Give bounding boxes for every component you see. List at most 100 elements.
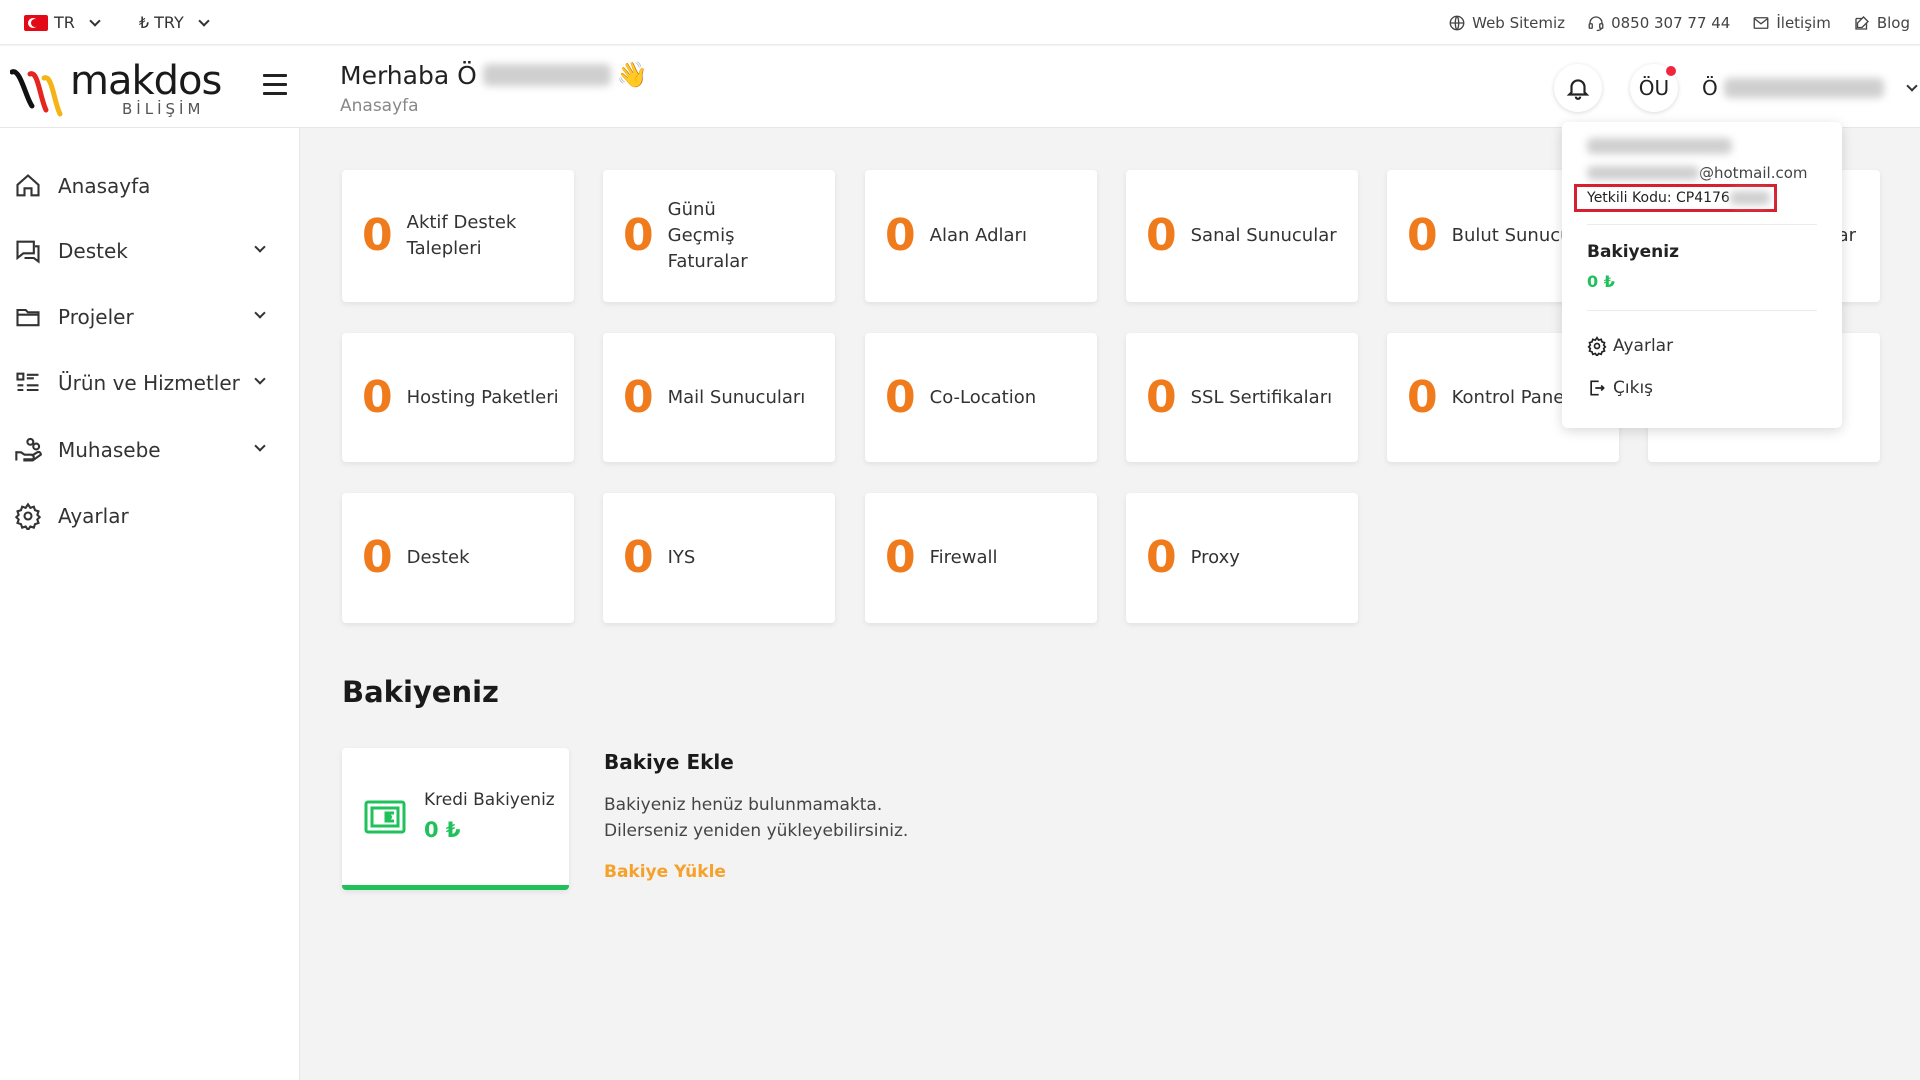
redacted-code: [1729, 191, 1770, 205]
bell-icon: [1566, 79, 1590, 100]
headset-icon: [1588, 15, 1604, 31]
currency-selector[interactable]: ₺ TRY: [138, 13, 210, 32]
card-label: Destek: [406, 547, 470, 568]
sidebar-item-accounting[interactable]: Muhasebe: [14, 430, 284, 470]
card-label: Hosting Paketleri: [406, 386, 559, 408]
sidebar-item-label: Anasayfa: [58, 174, 151, 198]
hand-coins-icon: [15, 437, 42, 462]
language-selector[interactable]: TR: [24, 13, 101, 32]
logout-icon: [1590, 380, 1605, 396]
globe-icon: [1449, 15, 1465, 30]
turkey-flag-icon: [24, 14, 48, 31]
wave-emoji: 👋: [616, 60, 648, 89]
dropdown-user-name: [1587, 138, 1732, 158]
notification-dot: [1666, 66, 1676, 76]
sidebar-item-products[interactable]: Ürün ve Hizmetler: [14, 363, 284, 403]
phone-link[interactable]: 0850 307 77 44: [1587, 14, 1730, 32]
dropdown-settings-link[interactable]: Ayarlar: [1587, 336, 1673, 356]
add-balance-text: Bakiyeniz henüz bulunmamakta. Dilerseniz…: [604, 792, 908, 844]
greeting: Merhaba Ö 👋: [340, 60, 648, 90]
card-active-tickets[interactable]: 0 Aktif Destek Talepleri: [342, 170, 574, 302]
card-count: 0: [1146, 210, 1177, 261]
credit-balance-card: Kredi Bakiyeniz 0 ₺: [342, 748, 569, 890]
sidebar-item-home[interactable]: Anasayfa: [14, 166, 284, 206]
hamburger-line: [263, 74, 287, 77]
wallet-icon: [364, 800, 406, 834]
card-count: 0: [1146, 371, 1177, 423]
card-label: Alan Adları: [929, 225, 1027, 246]
card-ssl-certificates[interactable]: 0 SSL Sertifikaları: [1126, 333, 1358, 462]
card-proxy[interactable]: 0 Proxy: [1126, 493, 1358, 623]
card-count: 0: [362, 532, 393, 583]
card-count: 0: [885, 371, 916, 423]
card-label: IYS: [667, 547, 696, 568]
redacted-user-name: [1587, 138, 1732, 154]
card-support[interactable]: 0 Destek: [342, 493, 574, 623]
chevron-down-icon: [198, 14, 210, 27]
chat-icon: [16, 240, 40, 264]
sidebar-item-support[interactable]: Destek: [14, 231, 284, 271]
credit-balance-label: Kredi Bakiyeniz: [424, 790, 555, 810]
card-label: Sanal Sunucular: [1190, 225, 1337, 246]
chevron-down-icon: [254, 241, 266, 253]
header: makdos BİLİŞİM Merhaba Ö 👋 Anasayfa ÖU Ö: [0, 46, 1920, 128]
sidebar-item-settings[interactable]: Ayarlar: [14, 496, 284, 536]
user-dropdown: @hotmail.com Yetkili Kodu: CP4176 Bakiye…: [1562, 122, 1842, 428]
add-balance-link[interactable]: Bakiye Yükle: [604, 862, 726, 882]
sidebar-item-label: Destek: [58, 239, 128, 263]
email-domain: @hotmail.com: [1699, 164, 1808, 182]
gear-icon: [1587, 336, 1607, 356]
sidebar-item-projects[interactable]: Projeler: [14, 297, 284, 337]
user-initial: Ö: [1702, 76, 1718, 100]
contact-link-label: İletişim: [1776, 13, 1831, 32]
card-count: 0: [1146, 532, 1177, 583]
dropdown-logout-label: Çıkış: [1613, 378, 1654, 398]
greeting-text: Merhaba Ö: [340, 60, 477, 90]
makdos-logo[interactable]: makdos BİLİŞİM: [10, 58, 222, 120]
card-count: 0: [1407, 210, 1438, 261]
avatar[interactable]: ÖU: [1630, 64, 1678, 112]
card-count: 0: [885, 210, 916, 261]
dropdown-logout-link[interactable]: Çıkış: [1587, 378, 1653, 398]
dropdown-settings-label: Ayarlar: [1613, 336, 1674, 356]
card-count: 0: [623, 371, 654, 423]
card-count: 0: [362, 371, 393, 423]
dropdown-email: @hotmail.com: [1587, 164, 1808, 182]
website-link[interactable]: Web Sitemiz: [1448, 14, 1565, 32]
redacted-user-name: [1723, 78, 1884, 98]
chevron-down-icon: [254, 307, 266, 319]
list-icon: [16, 372, 39, 392]
sidebar-item-label: Projeler: [58, 305, 134, 329]
card-mail-servers[interactable]: 0 Mail Sunucuları: [603, 333, 835, 462]
currency-label: ₺ TRY: [138, 13, 184, 32]
user-menu-toggle[interactable]: Ö: [1702, 76, 1918, 100]
card-firewall[interactable]: 0 Firewall: [865, 493, 1097, 623]
home-icon: [16, 174, 40, 197]
card-count: 0: [623, 210, 654, 261]
card-hosting-packages[interactable]: 0 Hosting Paketleri: [342, 333, 574, 462]
sidebar-item-label: Muhasebe: [58, 438, 161, 462]
card-virtual-servers[interactable]: 0 Sanal Sunucular: [1126, 170, 1358, 302]
add-balance-text-line: Bakiyeniz henüz bulunmamakta.: [604, 795, 883, 815]
card-iys[interactable]: 0 IYS: [603, 493, 835, 623]
card-co-location[interactable]: 0 Co-Location: [865, 333, 1097, 462]
card-count: 0: [1407, 371, 1438, 423]
card-label: Firewall: [929, 547, 998, 568]
gear-icon: [14, 502, 42, 530]
card-label: Mail Sunucuları: [667, 386, 806, 408]
contact-link[interactable]: İletişim: [1752, 13, 1831, 32]
redacted-name: [482, 64, 611, 86]
card-count: 0: [362, 210, 393, 261]
chevron-down-icon: [89, 14, 101, 27]
notifications-button[interactable]: [1554, 64, 1602, 112]
chevron-down-icon: [1906, 80, 1918, 92]
blog-link-label: Blog: [1876, 13, 1910, 32]
chevron-down-icon: [254, 440, 266, 452]
card-overdue-invoices[interactable]: 0 Günü Geçmiş Faturalar: [603, 170, 835, 302]
card-domains[interactable]: 0 Alan Adları: [865, 170, 1097, 302]
divider: [1587, 224, 1817, 225]
blog-link[interactable]: Blog: [1853, 14, 1910, 32]
sidebar-item-label: Ayarlar: [58, 504, 129, 528]
card-label: Co-Location: [929, 386, 1037, 408]
menu-toggle-button[interactable]: [263, 74, 287, 96]
